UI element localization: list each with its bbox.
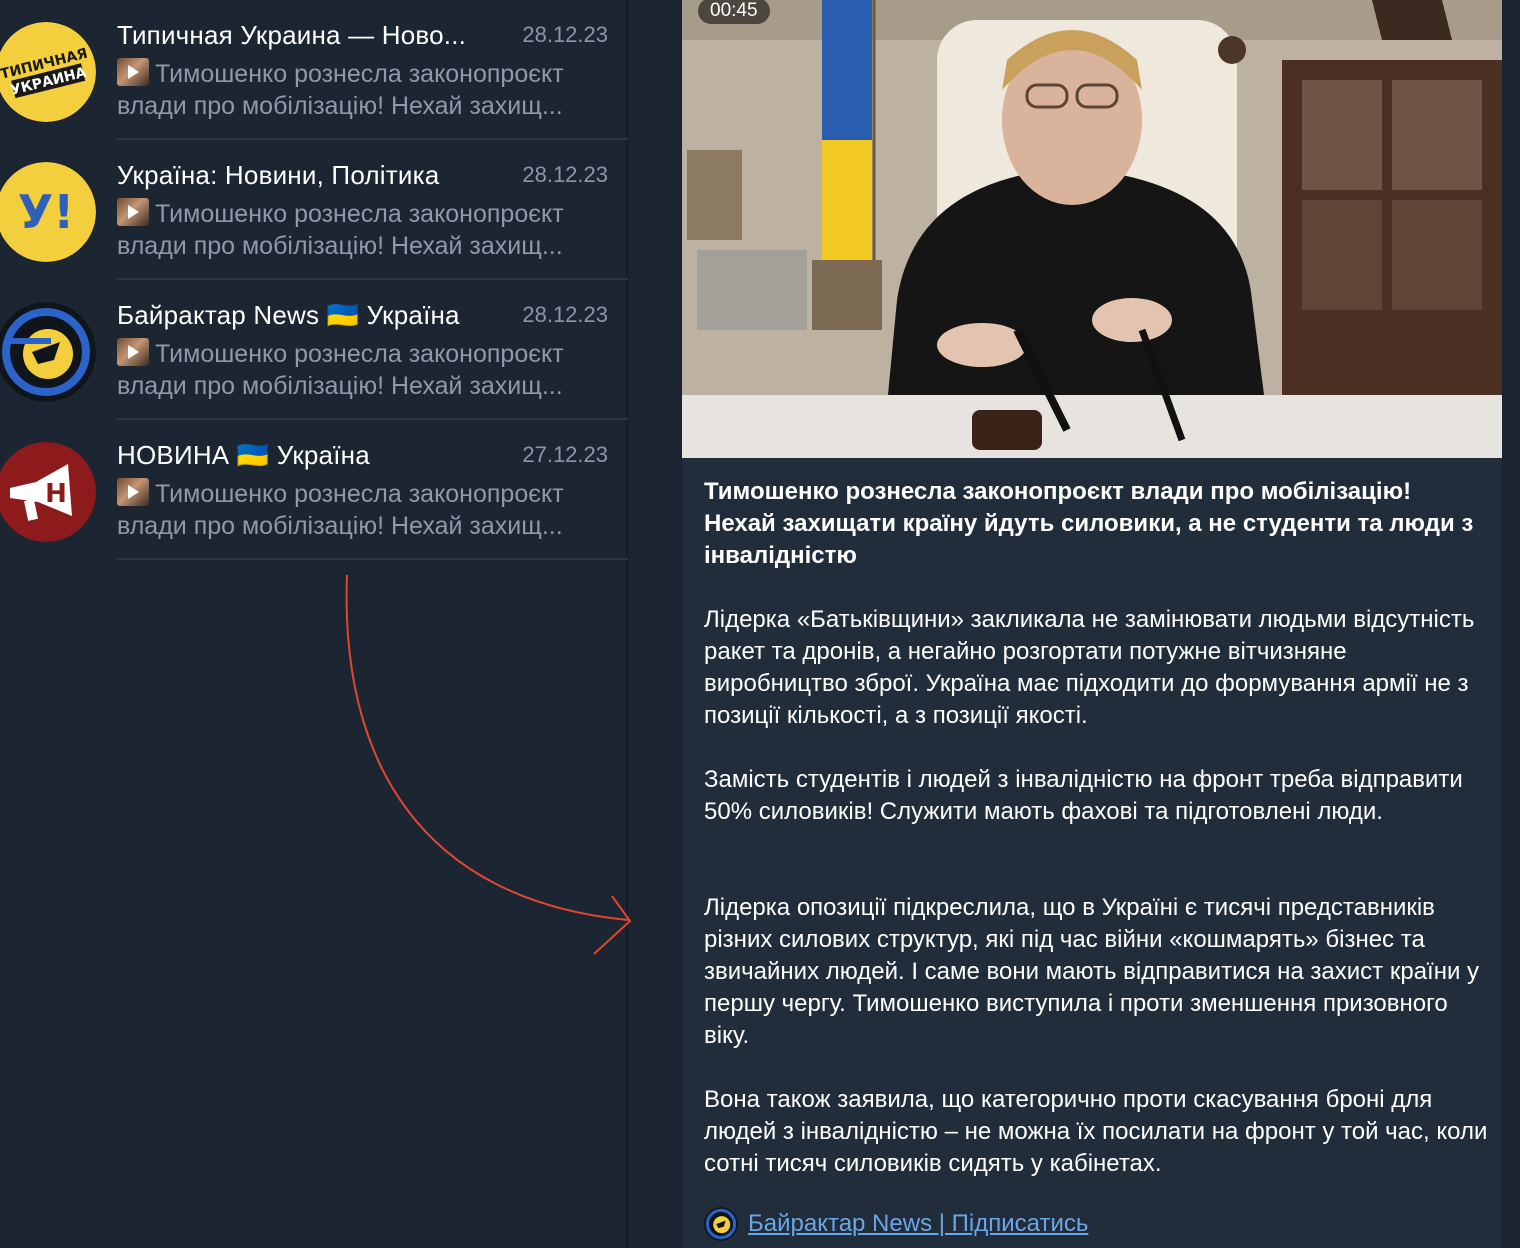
chat-preview: Тимошенко рознесла законопроєкт влади пр… xyxy=(117,58,564,120)
chat-item-novyna[interactable]: Н НОВИНА 🇺🇦 Україна 27.12.23 Тимошенко р… xyxy=(0,420,628,560)
divider xyxy=(117,558,628,560)
chat-date: 28.12.23 xyxy=(522,162,608,187)
channel-avatar: ТИПИЧНАЯ УКРАИНА xyxy=(0,22,96,122)
chat-date: 28.12.23 xyxy=(522,302,608,327)
chat-name: Байрактар News 🇺🇦 Україна xyxy=(117,300,460,330)
chat-preview: Тимошенко рознесла законопроєкт влади пр… xyxy=(117,478,564,540)
chat-preview: Тимошенко рознесла законопроєкт влади пр… xyxy=(117,198,564,260)
subscribe-link[interactable]: Байрактар News | Підписатись xyxy=(748,1210,1088,1238)
video-thumb-icon xyxy=(117,478,149,506)
bayraktar-logo-icon xyxy=(0,302,96,402)
channel-avatar: У! xyxy=(0,162,96,262)
channel-post: 00:45 Тимошенко рознесла законопроєкт вл… xyxy=(682,0,1502,1248)
bayraktar-logo-icon xyxy=(704,1207,738,1241)
chat-name: НОВИНА 🇺🇦 Україна xyxy=(117,440,370,470)
chat-item-bayraktar-news[interactable]: Байрактар News 🇺🇦 Україна 28.12.23 Тимош… xyxy=(0,280,628,420)
chat-list: ТИПИЧНАЯ УКРАИНА Типичная Украина — Ново… xyxy=(0,0,628,1248)
chat-item-ukraine-news-politics[interactable]: У! Україна: Новини, Політика 28.12.23 Ти… xyxy=(0,140,628,280)
video-thumb-icon xyxy=(117,58,149,86)
post-paragraph: Замість студентів і людей з інвалідністю… xyxy=(704,766,1463,825)
chat-date: 28.12.23 xyxy=(522,22,608,47)
chat-name: Типичная Украина — Ново... xyxy=(117,20,467,50)
post-paragraph: Лідерка опозиції підкреслила, що в Украї… xyxy=(704,894,1480,1049)
chat-date: 27.12.23 xyxy=(522,442,608,467)
post-title: Тимошенко рознесла законопроєкт влади пр… xyxy=(704,478,1474,569)
chat-item-typical-ukraine[interactable]: ТИПИЧНАЯ УКРАИНА Типичная Украина — Ново… xyxy=(0,0,628,140)
post-paragraph: Лідерка «Батьківщини» закликала не замін… xyxy=(704,606,1475,729)
video-frame-image xyxy=(682,0,1502,458)
post-footer: Байрактар News | Підписатись xyxy=(704,1206,1088,1242)
avatar-text: У! xyxy=(18,185,74,239)
avatar-text: Н xyxy=(45,479,67,509)
post-paragraph: Вона також заявила, що категорично проти… xyxy=(704,1086,1488,1177)
megaphone-logo-icon: Н xyxy=(0,442,96,542)
chat-name: Україна: Новини, Політика xyxy=(117,160,440,190)
video-thumb-icon xyxy=(117,198,149,226)
video-thumb-icon xyxy=(117,338,149,366)
chat-preview: Тимошенко рознесла законопроєкт влади пр… xyxy=(117,338,564,400)
video-player[interactable]: 00:45 xyxy=(682,0,1502,458)
video-duration-badge: 00:45 xyxy=(698,0,770,24)
